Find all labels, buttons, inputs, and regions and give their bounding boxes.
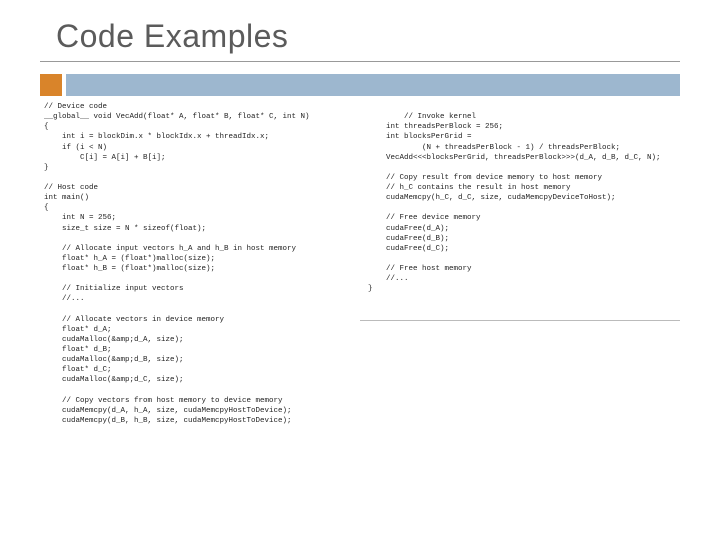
code-right-text: // Invoke kernel int threadsPerBlock = 2…: [368, 113, 661, 293]
accent-bar: [66, 74, 680, 96]
slide-title: Code Examples: [0, 0, 720, 61]
accent-square: [40, 74, 62, 96]
code-left-column: // Device code __global__ void VecAdd(fl…: [40, 102, 360, 426]
code-right-column: // Invoke kernel int threadsPerBlock = 2…: [360, 102, 680, 426]
title-underline: [40, 61, 680, 62]
code-right-divider: [360, 320, 680, 321]
accent-row: [40, 74, 720, 96]
code-area: // Device code __global__ void VecAdd(fl…: [40, 102, 680, 426]
